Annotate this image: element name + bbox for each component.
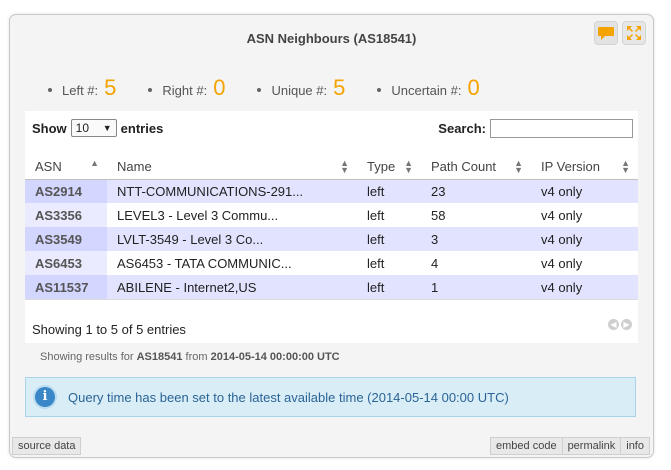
bullet [48, 88, 52, 92]
widget-footer: source data embed code permalink info [10, 437, 653, 457]
table-row: AS2914 NTT-COMMUNICATIONS-291... left 23… [25, 179, 638, 203]
results-note: Showing results for AS18541 from 2014-05… [40, 351, 340, 363]
stat-value: 5 [333, 75, 346, 100]
source-data-button[interactable]: source data [12, 437, 82, 455]
stat-value: 0 [467, 75, 480, 100]
column-header-name[interactable]: Name ▲ ▼ [107, 155, 357, 180]
table-panel: Show 10 ▼ entries Search: ASN ▲ Name ▲ ▼… [25, 111, 638, 343]
sort-both-icon: ▲ ▼ [340, 158, 349, 175]
bullet [257, 88, 262, 92]
sort-both-icon: ▲ ▼ [514, 158, 523, 175]
page-length-value: 10 [75, 121, 90, 135]
ip-version-cell: v4 only [531, 227, 638, 251]
asn-neighbours-widget: ASN Neighbours (AS18541) Left #: 5 Right… [9, 14, 654, 458]
bullet [377, 88, 382, 92]
asn-link[interactable]: AS3356 [25, 203, 107, 227]
table-info: Showing 1 to 5 of 5 entries [32, 322, 186, 337]
type-cell: left [357, 251, 421, 275]
results-time: 2014-05-14 00:00:00 UTC [210, 351, 340, 363]
stat-label: Unique #: [271, 83, 328, 98]
results-resource: AS18541 [136, 351, 183, 363]
bullet [148, 88, 153, 92]
dropdown-arrow-icon: ▼ [102, 123, 112, 133]
widget-title: ASN Neighbours (AS18541) [246, 31, 417, 46]
ip-version-cell: v4 only [531, 179, 638, 203]
ip-version-cell: v4 only [531, 203, 638, 227]
table-row: AS6453 AS6453 - TATA COMMUNIC... left 4 … [25, 251, 638, 275]
stats-bar: Left #: 5 Right #: 0 Unique #: 5 Uncerta… [48, 75, 512, 101]
name-cell: AS6453 - TATA COMMUNIC... [107, 251, 357, 275]
name-cell: ABILENE - Internet2,US [107, 275, 357, 299]
name-cell: LVLT-3549 - Level 3 Co... [107, 227, 357, 251]
search-box: Search: [438, 119, 633, 138]
path-count-cell: 1 [421, 275, 531, 299]
fullscreen-button[interactable] [622, 21, 646, 45]
entries-label: entries [120, 120, 164, 136]
asn-link[interactable]: AS11537 [25, 275, 107, 299]
table-row: AS3356 LEVEL3 - Level 3 Commu... left 58… [25, 203, 638, 227]
search-label: Search: [438, 121, 486, 136]
sort-asc-icon: ▲ [90, 158, 99, 168]
path-count-cell: 58 [421, 203, 531, 227]
divider [25, 299, 638, 300]
alert-message: Query time has been set to the latest av… [68, 389, 509, 405]
permalink-button[interactable]: permalink [562, 437, 622, 455]
column-header-ip-version[interactable]: IP Version ▲ ▼ [531, 155, 638, 180]
sort-both-icon: ▲ ▼ [621, 158, 630, 175]
name-cell: NTT-COMMUNICATIONS-291... [107, 179, 357, 203]
stat-label: Uncertain #: [391, 83, 462, 98]
fullscreen-icon [627, 26, 641, 40]
asn-link[interactable]: AS2914 [25, 179, 107, 203]
type-cell: left [357, 275, 421, 299]
show-label: Show [32, 120, 67, 136]
stat-left: Left #: 5 [48, 75, 116, 101]
table-row: AS11537 ABILENE - Internet2,US left 1 v4… [25, 275, 638, 299]
stat-value: 0 [213, 75, 226, 100]
embed-code-button[interactable]: embed code [490, 437, 563, 455]
asn-link[interactable]: AS3549 [25, 227, 107, 251]
speech-bubble-icon [598, 27, 614, 40]
path-count-cell: 4 [421, 251, 531, 275]
pagination: ◀ ▶ [608, 319, 632, 330]
ip-version-cell: v4 only [531, 275, 638, 299]
search-input[interactable] [490, 119, 633, 138]
column-header-asn[interactable]: ASN ▲ [25, 155, 107, 180]
path-count-cell: 23 [421, 179, 531, 203]
stat-label: Left #: [62, 83, 99, 98]
path-count-cell: 3 [421, 227, 531, 251]
stat-right: Right #: 0 [148, 75, 225, 101]
name-cell: LEVEL3 - Level 3 Commu... [107, 203, 357, 227]
type-cell: left [357, 227, 421, 251]
comment-button[interactable] [594, 21, 618, 45]
info-button[interactable]: info [621, 437, 650, 455]
stat-uncertain: Uncertain #: 0 [377, 75, 480, 101]
next-page-icon[interactable]: ▶ [621, 319, 632, 330]
page-length-select[interactable]: 10 ▼ [70, 119, 117, 137]
info-alert: i Query time has been set to the latest … [25, 377, 636, 417]
column-header-type[interactable]: Type ▲ ▼ [357, 155, 421, 180]
table-row: AS3549 LVLT-3549 - Level 3 Co... left 3 … [25, 227, 638, 251]
show-entries: Show 10 ▼ entries [32, 119, 163, 137]
type-cell: left [357, 179, 421, 203]
footer-actions: embed code permalink info [490, 437, 650, 455]
sort-both-icon: ▲ ▼ [404, 158, 413, 175]
previous-page-icon[interactable]: ◀ [608, 319, 619, 330]
info-icon: i [35, 387, 55, 407]
ip-version-cell: v4 only [531, 251, 638, 275]
type-cell: left [357, 203, 421, 227]
stat-unique: Unique #: 5 [257, 75, 345, 101]
column-header-path-count[interactable]: Path Count ▲ ▼ [421, 155, 531, 180]
asn-table: ASN ▲ Name ▲ ▼ Type ▲ ▼ Path Count ▲ ▼ I… [25, 155, 638, 299]
stat-label: Right #: [162, 83, 208, 98]
asn-link[interactable]: AS6453 [25, 251, 107, 275]
stat-value: 5 [104, 75, 117, 100]
